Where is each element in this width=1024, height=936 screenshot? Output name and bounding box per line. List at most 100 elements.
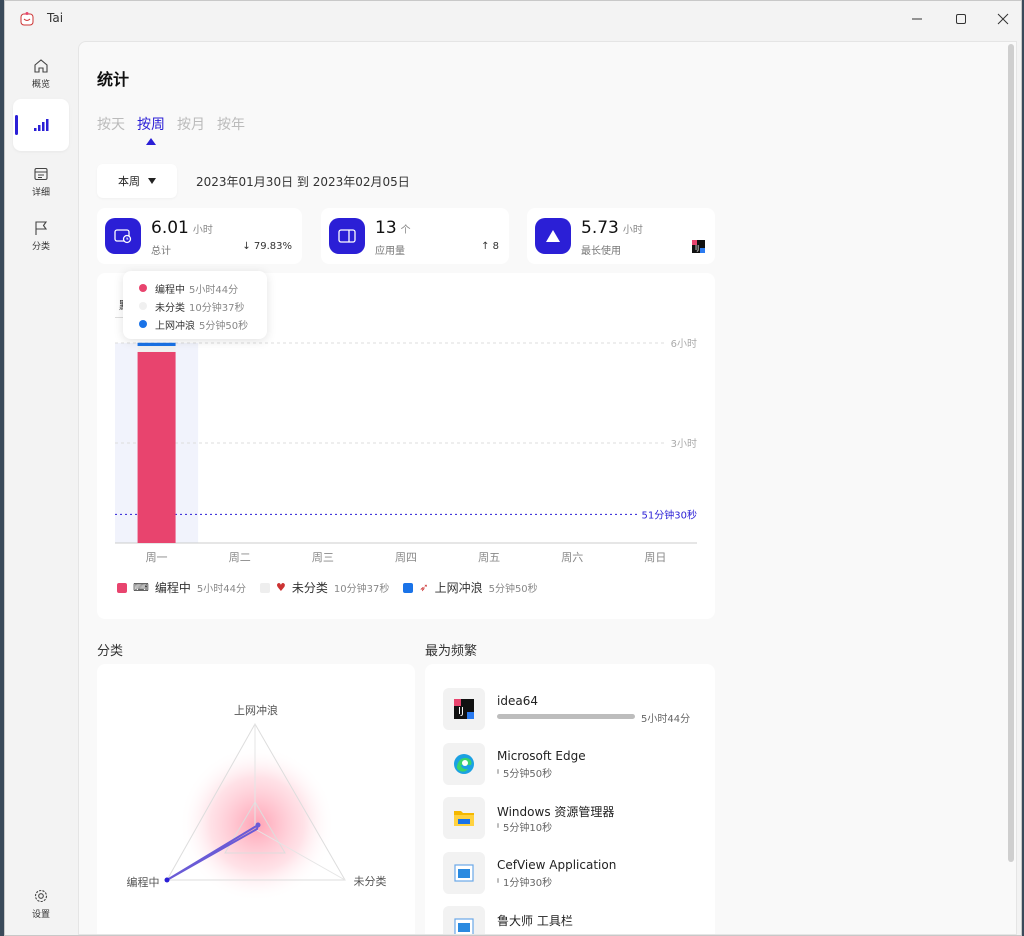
maximize-icon: [956, 14, 966, 24]
stat-value: 13 个: [375, 218, 411, 238]
app-logo-icon: [20, 12, 34, 26]
bar-segment: [137, 342, 176, 346]
radar-label-browsing: 上网冲浪: [234, 703, 278, 717]
intellij-icon: IJ: [692, 240, 705, 253]
tooltip-name: 编程中: [155, 284, 185, 296]
stat-label: 应用量: [375, 246, 405, 257]
app-window-icon: [329, 218, 365, 254]
page-title: 统计: [97, 70, 130, 89]
radar-label-coding: 编程中: [127, 875, 160, 889]
main-content: 统计 按天 按周 按月 按年 本周 2023年01月30日 到 2023年02月…: [78, 41, 1017, 935]
app-duration: 1分钟30秒: [503, 878, 553, 889]
sidebar-item-overview[interactable]: 概览: [13, 49, 69, 99]
sidebar-item-details[interactable]: 详细: [13, 157, 69, 207]
tooltip-value: 10分钟37秒: [189, 302, 245, 314]
sidebar-item-categories[interactable]: 分类: [13, 211, 69, 261]
tooltip-value: 5分钟50秒: [199, 320, 249, 332]
app-duration: 5小时44分: [641, 714, 691, 725]
frequent-app-item[interactable]: Windows 资源管理器 5分钟10秒: [443, 797, 703, 841]
close-button[interactable]: [988, 7, 1018, 31]
settings-button[interactable]: 设置: [13, 879, 69, 929]
stat-label: 总计: [151, 246, 171, 257]
tooltip-value: 5小时44分: [189, 284, 239, 296]
x-tick-label: 周日: [644, 551, 666, 564]
tab-year[interactable]: 按年: [217, 114, 245, 134]
legend-item-coding[interactable]: ⌨ 编程中 5小时44分: [117, 579, 246, 596]
stat-card-app-count: 13 个 应用量 ↑ 8: [321, 208, 509, 264]
app-name: Windows 资源管理器: [497, 805, 615, 819]
stat-value: 5.73 小时: [581, 218, 643, 238]
vertical-scrollbar[interactable]: [1008, 44, 1014, 862]
legend-name: 上网冲浪: [434, 581, 483, 595]
minimize-button[interactable]: [902, 7, 932, 31]
calendar-icon: [34, 167, 48, 181]
stat-label: 最长使用: [581, 246, 621, 257]
tab-month[interactable]: 按月: [177, 114, 205, 134]
x-tick-label: 周一: [146, 551, 168, 564]
average-line-label: 51分钟30秒: [642, 508, 697, 521]
sidebar-item-label: 概览: [31, 80, 50, 90]
usage-bar: [497, 714, 635, 719]
active-indicator: [15, 115, 18, 135]
frequent-apps-card: IJ idea64 5小时44分 Microsoft Edge 5分钟50秒 W…: [425, 664, 715, 934]
legend-duration: 5小时44分: [196, 584, 246, 595]
caret-down-icon: [148, 178, 156, 184]
legend-duration: 10分钟37秒: [333, 584, 390, 595]
stat-card-total: 6.01 小时 总计 ↓ 79.83%: [97, 208, 302, 264]
category-section-title: 分类: [97, 644, 124, 659]
app-name: 鲁大师 工具栏: [497, 914, 573, 928]
maximize-button[interactable]: [946, 7, 976, 31]
tab-day[interactable]: 按天: [97, 114, 125, 134]
legend-item-browsing[interactable]: ➶ 上网冲浪 5分钟50秒: [403, 579, 538, 596]
minimize-icon: [912, 18, 922, 20]
x-tick-label: 周二: [229, 551, 251, 564]
legend-item-uncategorized[interactable]: ♥ 未分类 10分钟37秒: [260, 579, 389, 596]
frequent-app-item[interactable]: IJ idea64 5小时44分: [443, 688, 703, 732]
radar-point: [255, 822, 261, 828]
app-name: idea64: [497, 694, 538, 708]
keyboard-icon: ⌨: [133, 581, 149, 594]
category-radar-card: 上网冲浪 编程中 未分类: [97, 664, 415, 934]
app-title: Tai: [47, 11, 64, 25]
frequent-section-title: 最为频繁: [425, 644, 478, 659]
svg-text:IJ: IJ: [458, 706, 464, 717]
chart-icon: [34, 119, 49, 131]
week-dropdown[interactable]: 本周: [97, 164, 177, 198]
app-name: CefView Application: [497, 858, 617, 872]
x-tick-label: 周五: [478, 551, 500, 564]
week-dropdown-value: 本周: [118, 175, 140, 188]
stat-trend: ↑ 8: [481, 241, 499, 252]
usage-bar: [497, 878, 499, 883]
title-bar: Tai: [5, 1, 1021, 37]
frequent-app-item[interactable]: 鲁大师 工具栏: [443, 906, 703, 934]
sidebar: 概览 详细 分类 设置: [5, 41, 77, 935]
period-tabs: 按天 按周 按月 按年: [97, 114, 245, 145]
tooltip-name: 未分类: [155, 302, 185, 314]
flag-icon: [35, 221, 48, 235]
x-tick-label: 周六: [561, 551, 583, 564]
legend-name: 编程中: [154, 581, 191, 595]
svg-text:IJ: IJ: [695, 244, 699, 252]
window-icon: [443, 906, 485, 934]
tooltip-dot: [139, 320, 147, 328]
timer-icon: [105, 218, 141, 254]
rocket-icon: ➶: [419, 581, 429, 594]
x-tick-label: 周四: [395, 551, 417, 564]
tooltip-dot: [139, 302, 147, 310]
y-tick-label: 6小时: [671, 338, 697, 350]
close-icon: [997, 13, 1009, 25]
gear-icon: [34, 889, 48, 903]
app-window: Tai 概览 详细 分类 设置 统计 按天 按周 按月 按年 本周 2023年0…: [4, 0, 1022, 936]
legend-swatch: [260, 582, 270, 593]
tab-week[interactable]: 按周: [137, 114, 165, 145]
tooltip-row: 上网冲浪 5分钟50秒: [139, 315, 267, 333]
frequent-app-item[interactable]: CefView Application 1分钟30秒: [443, 852, 703, 896]
app-duration: 5分钟50秒: [503, 769, 553, 780]
y-tick-label: 3小时: [671, 438, 697, 450]
frequent-app-item[interactable]: Microsoft Edge 5分钟50秒: [443, 743, 703, 787]
sidebar-item-statistics[interactable]: [13, 99, 69, 151]
tooltip-row: 未分类 10分钟37秒: [139, 297, 267, 315]
radar-label-uncategorized: 未分类: [354, 874, 387, 888]
stat-value: 6.01 小时: [151, 218, 213, 238]
tooltip-row: 编程中 5小时44分: [139, 279, 267, 297]
